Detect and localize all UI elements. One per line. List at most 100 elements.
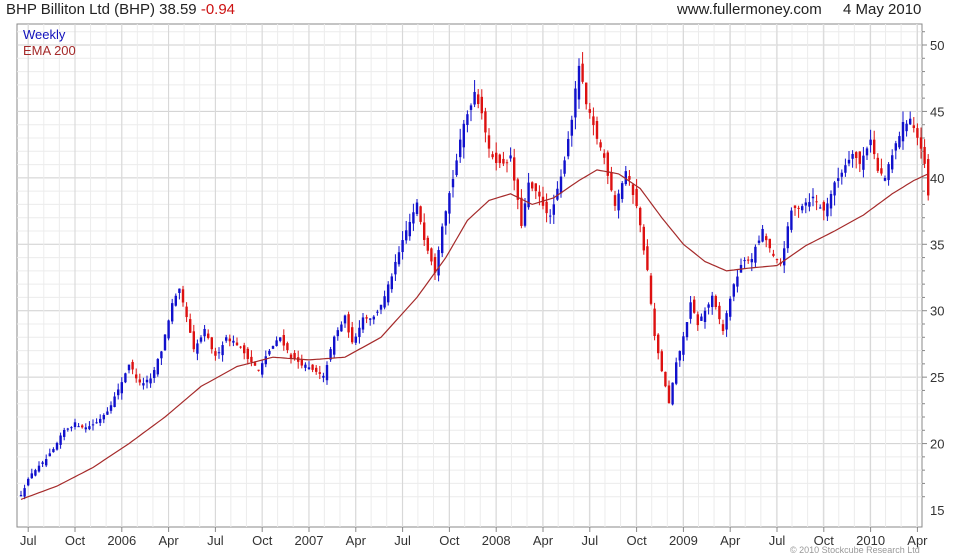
candle-body — [185, 306, 188, 318]
candle-body — [41, 462, 44, 464]
candle-body — [214, 351, 217, 356]
candle-body — [293, 352, 296, 359]
candle-body — [63, 429, 66, 437]
candle-body — [217, 352, 221, 354]
candle-body — [819, 207, 822, 209]
y-tick-label: 30 — [930, 304, 944, 319]
candle-body — [192, 331, 195, 350]
x-tick-label: Apr — [158, 533, 179, 548]
candle-body — [480, 96, 483, 114]
x-tick-label: 2007 — [295, 533, 324, 548]
candle-body — [307, 367, 311, 370]
candle-body — [203, 328, 206, 337]
candle-body — [408, 221, 411, 237]
candle-body — [862, 155, 865, 170]
candle-body — [581, 63, 584, 82]
candle-body — [423, 222, 426, 240]
candle-body — [145, 379, 149, 383]
candle-body — [142, 383, 145, 386]
candle-body — [513, 157, 516, 181]
candle-body — [99, 418, 102, 423]
candle-body — [858, 151, 861, 164]
candle-body — [855, 152, 858, 158]
candle-body — [174, 295, 177, 306]
candle-body — [120, 382, 123, 394]
candle-body — [757, 240, 761, 243]
candle-body — [257, 369, 260, 371]
candle-body — [682, 336, 685, 355]
candle-body — [685, 322, 689, 338]
candle-body — [887, 164, 890, 181]
candle-body — [250, 356, 253, 363]
candle-body — [55, 443, 59, 450]
candle-body — [531, 182, 534, 189]
candle-body — [765, 236, 768, 241]
candle-body — [401, 240, 404, 253]
candle-body — [34, 470, 37, 476]
candle-body — [394, 261, 397, 275]
candle-body — [419, 206, 422, 222]
candle-body — [117, 389, 120, 396]
candle-body — [109, 405, 113, 411]
x-tick-label: Oct — [439, 533, 460, 548]
candle-body — [635, 188, 638, 207]
candle-body — [426, 237, 429, 251]
candle-body — [66, 428, 69, 430]
candle-body — [333, 336, 336, 355]
candle-body — [84, 427, 87, 430]
candle-body — [246, 348, 249, 359]
candle-body — [239, 346, 242, 348]
candle-body — [232, 340, 235, 343]
x-tick-label: Oct — [65, 533, 86, 548]
candle-body — [412, 212, 415, 224]
x-tick-label: Jul — [769, 533, 786, 548]
candle-body — [599, 142, 602, 148]
candle-body — [361, 317, 365, 330]
candle-body — [484, 111, 487, 133]
copyright-note: © 2010 Stockcube Research Ltd — [790, 545, 920, 555]
candle-body — [113, 396, 116, 408]
candle-body — [804, 202, 807, 206]
candle-body — [621, 183, 624, 200]
candle-body — [318, 372, 321, 374]
candle-body — [88, 426, 91, 430]
candle-body — [95, 422, 98, 424]
candle-body — [916, 128, 919, 138]
candle-body — [822, 202, 825, 211]
x-tick-label: Oct — [626, 533, 647, 548]
candle-body — [376, 311, 379, 313]
candle-body — [894, 143, 897, 151]
candle-body — [657, 334, 660, 354]
candle-body — [919, 137, 923, 149]
candle-body — [315, 367, 318, 372]
candle-body — [199, 337, 203, 342]
candle-body — [642, 226, 645, 251]
candle-body — [725, 313, 728, 330]
x-tick-label: Oct — [252, 533, 273, 548]
candle-body — [106, 411, 109, 415]
candle-body — [592, 116, 595, 126]
candle-body — [667, 385, 671, 404]
candle-body — [243, 345, 246, 354]
candle-body — [711, 295, 714, 308]
candle-body — [721, 324, 725, 332]
candle-body — [167, 320, 170, 339]
candle-body — [646, 246, 649, 270]
candle-body — [225, 337, 228, 341]
candle-body — [610, 172, 613, 191]
candle-body — [473, 91, 476, 105]
candle-body — [102, 415, 105, 420]
candle-body — [343, 315, 347, 324]
candle-body — [628, 176, 631, 180]
candle-body — [761, 228, 764, 242]
candle-body — [786, 226, 789, 249]
candle-body — [138, 379, 141, 383]
candle-body — [336, 330, 339, 337]
candle-body — [898, 136, 901, 148]
candle-body — [207, 333, 210, 338]
candle-body — [729, 298, 732, 317]
candle-body — [462, 123, 465, 148]
candle-body — [736, 276, 739, 287]
x-tick-label: Jul — [394, 533, 411, 548]
candle-body — [808, 202, 811, 207]
